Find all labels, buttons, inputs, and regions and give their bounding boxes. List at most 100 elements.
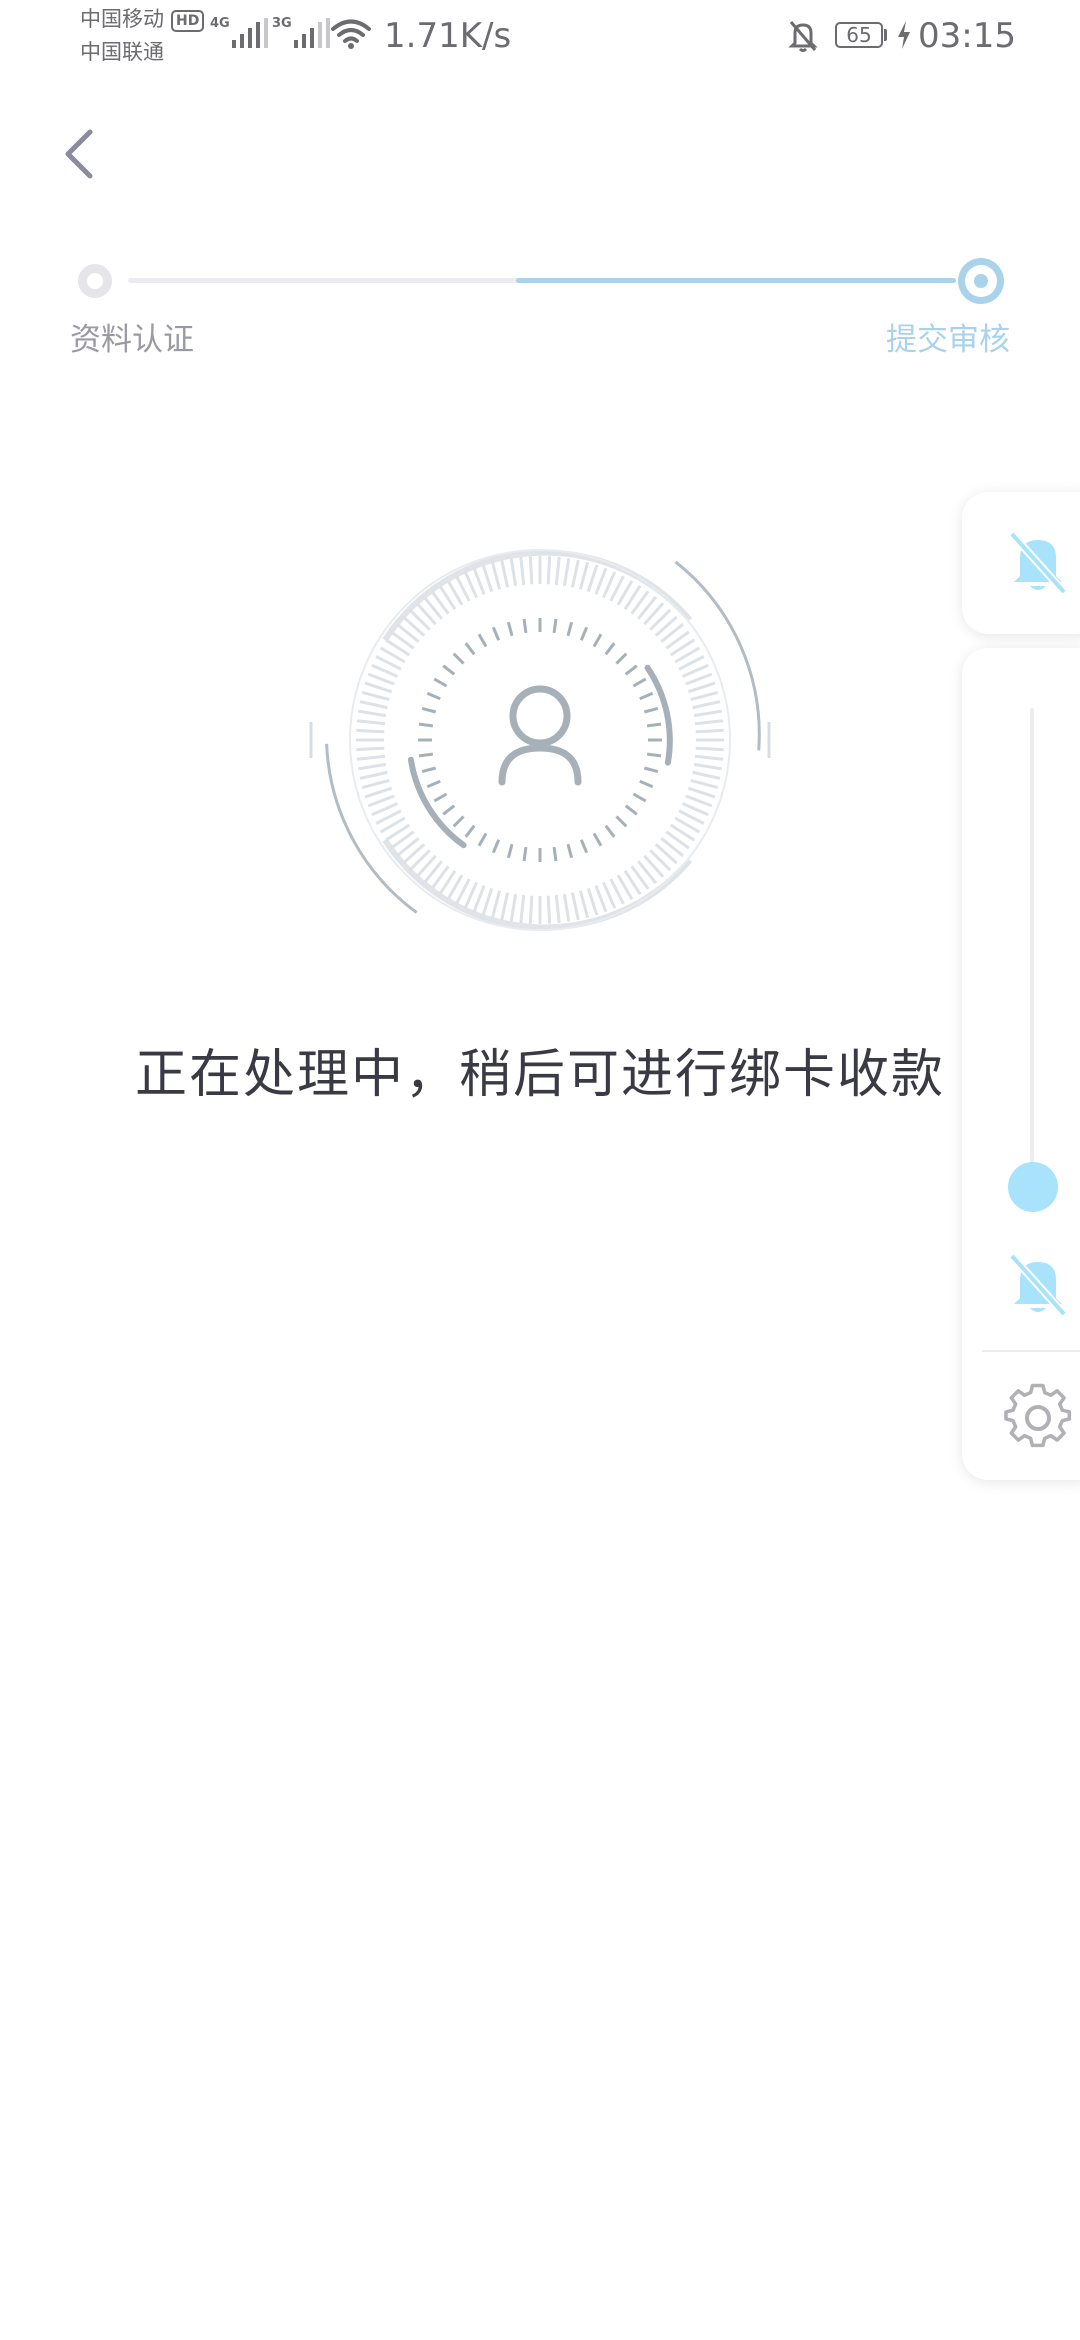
decorative-tick <box>359 700 388 710</box>
signal-strength-icon <box>232 18 268 48</box>
decorative-tick <box>694 719 724 726</box>
status-clock: 03:15 <box>918 16 1016 56</box>
decorative-tick <box>491 839 501 854</box>
decorative-tick <box>418 752 434 758</box>
decorative-tick <box>554 894 561 924</box>
decorative-tick <box>522 618 528 634</box>
decorative-tick <box>358 709 387 718</box>
decorative-tick <box>464 642 476 656</box>
decorative-tick <box>367 672 395 686</box>
decorative-tick <box>519 894 526 924</box>
decorative-tick <box>632 677 647 688</box>
decorative-tick <box>692 770 721 780</box>
network-speed: 1.71K/s <box>384 16 512 56</box>
decorative-tick <box>506 843 514 859</box>
decorative-tick <box>500 892 510 921</box>
decorative-tick <box>477 633 488 648</box>
decorative-tick <box>464 824 476 838</box>
decorative-tick <box>693 762 722 771</box>
ringer-mute-button[interactable] <box>1002 526 1074 598</box>
battery-tip <box>884 29 887 41</box>
decorative-tick <box>490 561 502 590</box>
decorative-tick <box>615 815 628 828</box>
decorative-tick <box>685 672 713 686</box>
wifi-icon <box>331 19 371 49</box>
decorative-tick <box>562 893 571 922</box>
decorative-tick <box>639 691 654 701</box>
decorative-tick <box>687 786 716 799</box>
bell-off-icon <box>1009 1253 1067 1317</box>
decorative-tick <box>442 664 456 676</box>
decorative-tick <box>566 843 574 859</box>
decorative-tick <box>472 885 486 913</box>
decorative-tick <box>433 792 448 803</box>
decorative-tick <box>500 559 510 588</box>
decorative-tick <box>578 561 590 590</box>
back-button[interactable] <box>52 122 108 186</box>
decorative-tick <box>452 652 465 665</box>
carrier-name-1: 中国移动 <box>80 7 164 31</box>
decorative-tick <box>566 621 574 637</box>
decorative-tick <box>546 895 552 924</box>
decorative-tick <box>519 556 526 586</box>
step-indicator-data-auth <box>78 264 112 298</box>
decorative-tick <box>690 690 719 702</box>
volume-panel <box>962 648 1080 1480</box>
decorative-tick <box>694 754 724 761</box>
decorative-tick <box>546 556 552 585</box>
user-avatar-icon <box>498 685 582 786</box>
decorative-tick <box>421 706 437 714</box>
signal-strength-icon <box>294 18 330 48</box>
decorative-tick <box>690 778 719 790</box>
step-label-submit-review: 提交审核 <box>886 322 1010 358</box>
decorative-tick <box>578 890 590 919</box>
decorative-tick <box>639 779 654 789</box>
decorative-tick <box>695 746 724 752</box>
sound-settings-button[interactable] <box>1002 1382 1074 1454</box>
volume-panel-top <box>962 492 1080 634</box>
decorative-tick <box>522 846 528 862</box>
decorative-tick <box>579 839 589 854</box>
decorative-tick <box>586 564 599 593</box>
decorative-tick <box>592 832 603 847</box>
decorative-tick <box>481 564 494 593</box>
decorative-tick <box>552 846 558 862</box>
battery-indicator: 65 <box>835 22 883 48</box>
decorative-tick <box>643 706 659 714</box>
decorative-tick <box>528 556 534 585</box>
decorative-tick <box>361 690 390 702</box>
status-bar: 中国移动 HD 中国联通 4G 3G 1.71K/s 65 03:15 <box>0 0 1080 72</box>
step-indicator-submit-review <box>958 258 1004 304</box>
decorative-tick <box>562 558 571 587</box>
inner-arc-left <box>407 756 467 849</box>
decorative-tick <box>570 892 580 921</box>
decorative-tick <box>693 709 722 718</box>
volume-slider-thumb[interactable] <box>1008 1162 1058 1212</box>
step-line-active <box>516 278 956 283</box>
decorative-tick <box>359 770 388 780</box>
progress-stepper: 资料认证 提交审核 <box>0 250 1080 370</box>
processing-message: 正在处理中，稍后可进行绑卡收款 <box>134 1045 945 1105</box>
step-line-inactive <box>128 278 518 283</box>
volume-mute-button[interactable] <box>1002 1248 1074 1320</box>
decorative-tick <box>594 885 608 913</box>
decorative-tick <box>361 778 390 790</box>
decorative-tick <box>552 618 558 634</box>
decorative-tick <box>421 766 437 774</box>
network-type-2: 3G <box>272 16 292 31</box>
charging-icon <box>898 21 910 49</box>
network-type-1: 4G <box>210 16 230 31</box>
decorative-tick <box>367 794 395 808</box>
volume-slider-track[interactable] <box>1030 708 1034 1188</box>
chevron-left-icon <box>65 129 93 179</box>
decorative-tick <box>472 567 486 595</box>
bell-off-icon <box>1009 531 1067 595</box>
step-label-data-auth: 资料认证 <box>70 322 194 358</box>
decorative-tick <box>646 752 662 758</box>
decorative-tick <box>695 728 724 734</box>
decorative-tick <box>685 794 713 808</box>
decorative-tick <box>624 664 638 676</box>
decorative-tick <box>624 804 638 816</box>
decorative-tick <box>481 887 494 916</box>
decorative-tick <box>592 633 603 648</box>
